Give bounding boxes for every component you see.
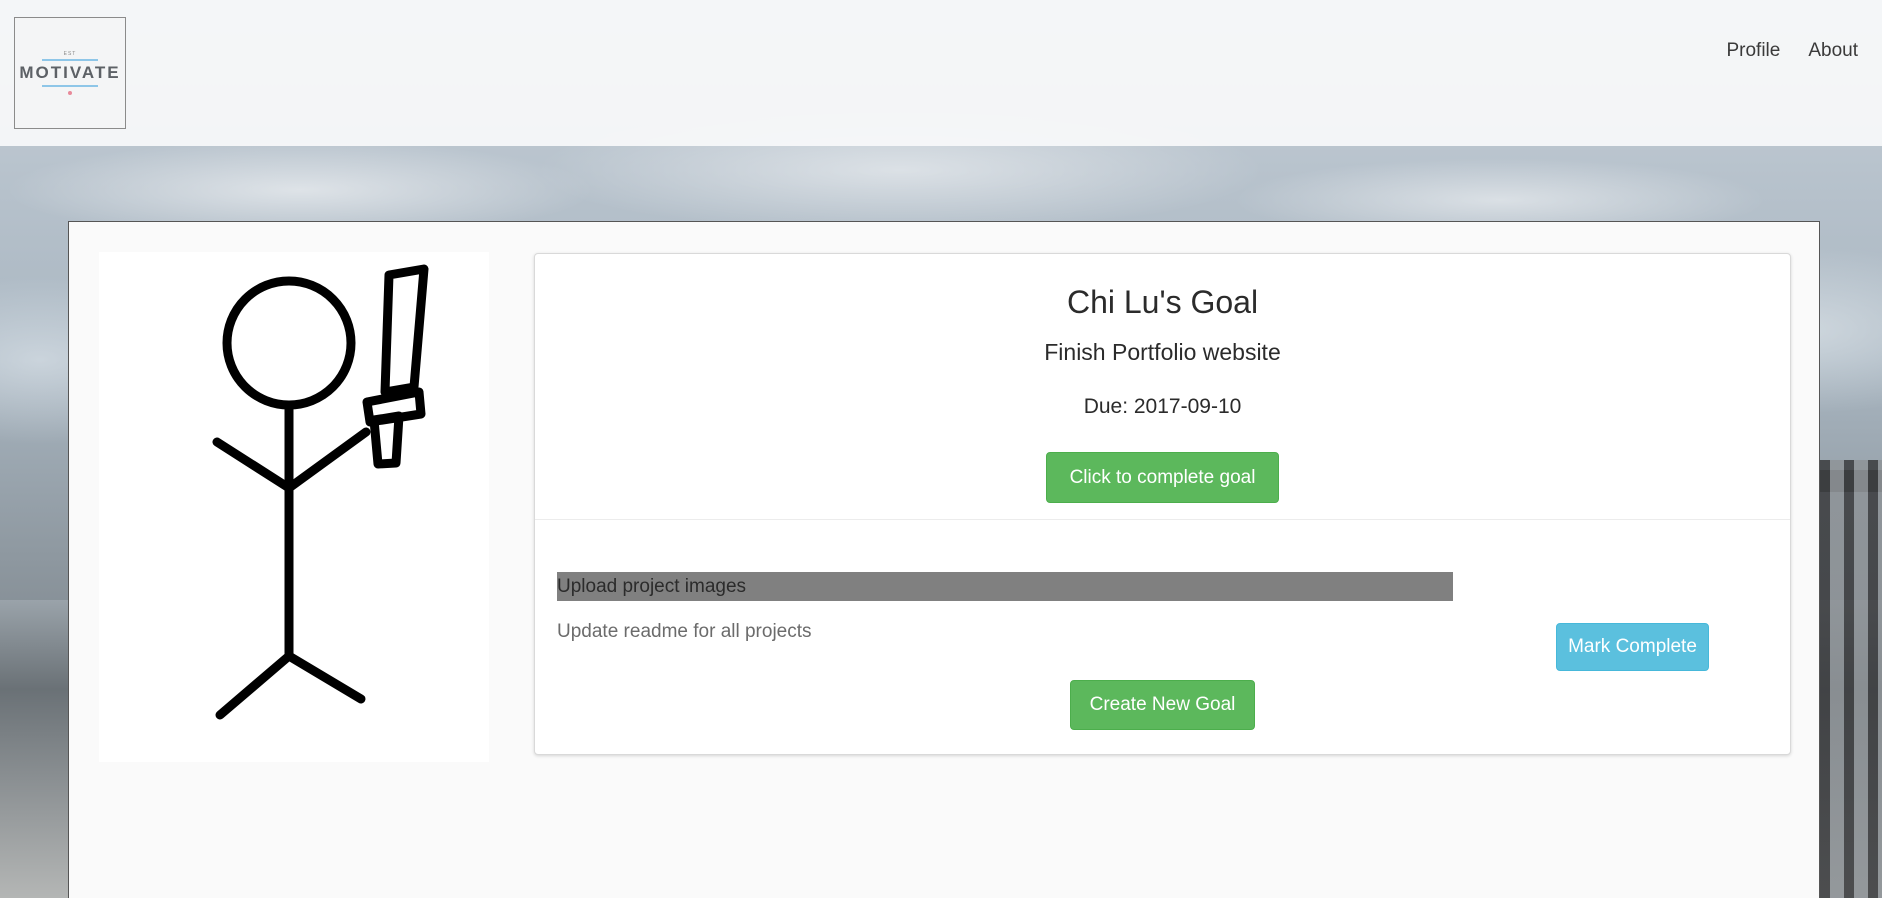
nav-link-about[interactable]: About	[1808, 40, 1858, 62]
main-nav: Profile About	[1726, 40, 1858, 62]
stick-figure-avatar	[99, 252, 489, 762]
goal-card: Chi Lu's Goal Finish Portfolio website D…	[534, 253, 1791, 755]
goal-title: Chi Lu's Goal	[1066, 284, 1259, 320]
task-item-upload-images[interactable]: Upload project images	[557, 572, 1453, 601]
complete-goal-button[interactable]: Click to complete goal	[1046, 452, 1279, 503]
goal-due-date: Due: 2017-09-10	[1083, 395, 1242, 418]
top-navbar: EST MOTIVATE Profile About	[0, 0, 1882, 146]
logo-heart-icon	[68, 91, 72, 95]
goal-panel: Chi Lu's Goal Finish Portfolio website D…	[68, 221, 1820, 898]
logo-text: MOTIVATE	[19, 63, 121, 82]
logo-rule-bottom	[42, 85, 98, 87]
motivate-logo[interactable]: EST MOTIVATE	[14, 17, 126, 129]
page: EST MOTIVATE Profile About Chi Lu's Goal…	[0, 0, 1882, 898]
goal-description: Finish Portfolio website	[1044, 339, 1281, 365]
background-pier	[1820, 460, 1882, 898]
logo-rule-top	[42, 59, 98, 61]
stick-figure-icon	[212, 264, 429, 720]
logo-small-text: EST	[63, 51, 77, 57]
goal-card-header: Chi Lu's Goal Finish Portfolio website D…	[535, 254, 1790, 520]
nav-link-profile[interactable]: Profile	[1726, 40, 1780, 62]
create-new-goal-button[interactable]: Create New Goal	[1070, 680, 1255, 730]
task-item-update-readme[interactable]: Update readme for all projects	[557, 617, 1453, 646]
mark-complete-button[interactable]: Mark Complete	[1556, 623, 1709, 671]
